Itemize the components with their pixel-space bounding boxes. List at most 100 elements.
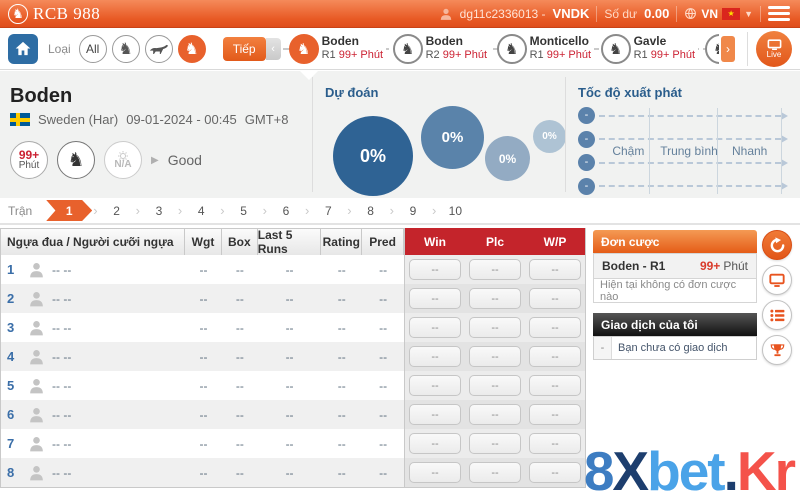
win-odds-button[interactable]: -- xyxy=(409,404,461,425)
wp-odds-button[interactable]: -- xyxy=(529,433,581,454)
rating-cell: -- xyxy=(337,320,346,335)
race-card[interactable]: ♞ Boden R1 99+ Phút xyxy=(288,33,393,64)
win-odds-button[interactable]: -- xyxy=(409,288,461,309)
race-cards: ♞ Boden R1 99+ Phút ♞ Boden R2 99+ Phút ♞ Monti… xyxy=(288,28,719,70)
bet-slip-race-row: Boden - R1 99+ Phút xyxy=(593,253,757,279)
race-card-sub: R1 99+ Phút xyxy=(530,49,591,63)
race-card-countdown: 99+ Phút xyxy=(338,49,384,62)
plc-odds-button[interactable]: -- xyxy=(469,346,521,367)
win-odds-button[interactable]: -- xyxy=(409,375,461,396)
plc-odds-button[interactable]: -- xyxy=(469,462,521,483)
filter-all-button[interactable]: All xyxy=(78,34,107,63)
wp-odds-button[interactable]: -- xyxy=(529,346,581,367)
runner-name: -- -- xyxy=(52,349,72,364)
table-row: 8 -- -- -- -- -- -- -- -- -- -- xyxy=(1,458,585,487)
countdown-badge: 99+ Phút xyxy=(10,141,48,179)
race-tabs: 1 › 2 › 3 › 4 › 5 › 6 › 7 › 8 › 9 › 10 xyxy=(46,200,473,221)
wp-odds-button[interactable]: -- xyxy=(529,259,581,280)
tab-race-10[interactable]: 10 xyxy=(437,200,473,221)
runner-number: 3 xyxy=(7,320,15,335)
plc-odds-button[interactable]: -- xyxy=(469,259,521,280)
tab-race-8[interactable]: 8 xyxy=(353,200,389,221)
next-button[interactable]: Tiếp xyxy=(222,36,266,61)
avatar xyxy=(27,289,46,308)
username[interactable]: dg11c2336013 - xyxy=(460,7,546,21)
speed-zone-label: Nhanh xyxy=(731,144,768,158)
wp-odds-button[interactable]: -- xyxy=(529,375,581,396)
brand-logo[interactable]: ♞ RCB 988 xyxy=(8,3,100,24)
runner-name: -- -- xyxy=(52,407,72,422)
horse-emblem-icon: ♞ xyxy=(8,3,28,24)
bet-zone: -- -- -- xyxy=(404,284,585,313)
runner-name: -- -- xyxy=(52,320,72,335)
plc-odds-button[interactable]: -- xyxy=(469,288,521,309)
language-selector[interactable]: VN ★ ▼ xyxy=(684,7,753,21)
runner-name: -- -- xyxy=(52,378,72,393)
list-icon-button[interactable] xyxy=(762,300,792,330)
tab-race-9[interactable]: 9 xyxy=(395,200,431,221)
trophy-icon xyxy=(770,343,785,358)
divider xyxy=(747,31,748,66)
last5-cell: -- xyxy=(285,436,294,451)
wp-odds-button[interactable]: -- xyxy=(529,288,581,309)
tab-race-3[interactable]: 3 xyxy=(141,200,177,221)
dashed-arrow-line xyxy=(599,114,781,117)
tab-race-2[interactable]: 2 xyxy=(99,200,135,221)
going-label: Good xyxy=(167,152,202,168)
race-card[interactable]: ♞ Gavle R1 99+ Phút xyxy=(600,33,705,64)
wp-odds-button[interactable]: -- xyxy=(529,462,581,483)
runner-table-body: 1 -- -- -- -- -- -- -- -- -- -- 2 -- -- -- -- -- -- -- --… xyxy=(1,255,585,487)
table-row: 2 -- -- -- -- -- -- -- -- -- -- xyxy=(1,284,585,313)
bet-cell: -- xyxy=(525,429,585,458)
plc-odds-button[interactable]: -- xyxy=(469,317,521,338)
win-odds-button[interactable]: -- xyxy=(409,346,461,367)
runner-name: -- -- xyxy=(52,291,72,306)
harness-racing-icon[interactable]: ♞ xyxy=(177,34,206,63)
race-card[interactable]: ♞ Boden R2 99+ Phút xyxy=(392,33,497,64)
race-card[interactable]: ♞ Monticello R1 99+ Phút xyxy=(496,33,601,64)
win-odds-button[interactable]: -- xyxy=(409,317,461,338)
page: ♞ RCB 988 dg11c2336013 - VNDK Số dư 0.00… xyxy=(0,0,800,495)
live-button[interactable]: Live xyxy=(756,30,792,67)
win-odds-button[interactable]: -- xyxy=(409,259,461,280)
menu-icon[interactable] xyxy=(768,6,790,21)
greyhound-icon[interactable] xyxy=(144,34,173,63)
globe-icon xyxy=(685,8,697,19)
refresh-icon-button[interactable] xyxy=(762,230,792,260)
runner-cell: 3 -- -- xyxy=(1,313,185,342)
prev-races-chevron[interactable]: ‹ xyxy=(265,37,281,60)
horse-racing-icon[interactable]: ♞ xyxy=(111,34,140,63)
arrow-right-icon: ▶ xyxy=(151,154,159,166)
runner-dot: - xyxy=(578,177,595,195)
home-button[interactable] xyxy=(8,33,38,64)
plc-odds-button[interactable]: -- xyxy=(469,433,521,454)
runner-number: 2 xyxy=(7,291,15,306)
runner-number: 5 xyxy=(7,378,15,393)
win-odds-button[interactable]: -- xyxy=(409,462,461,483)
wp-odds-button[interactable]: -- xyxy=(529,317,581,338)
weight-cell: -- xyxy=(199,320,208,335)
race-card-meta: Boden R1 99+ Phút xyxy=(318,34,387,63)
next-races-chevron[interactable]: › xyxy=(721,35,735,62)
tab-race-4[interactable]: 4 xyxy=(183,200,219,221)
tab-race-5[interactable]: 5 xyxy=(226,200,262,221)
tab-race-1[interactable]: 1 xyxy=(46,200,93,221)
tv-icon-button[interactable] xyxy=(762,265,792,295)
bet-slip-countdown-unit: Phút xyxy=(723,259,748,273)
tab-race-7[interactable]: 7 xyxy=(310,200,346,221)
weight-cell: -- xyxy=(199,349,208,364)
trophy-icon-button[interactable] xyxy=(762,335,792,365)
plc-odds-button[interactable]: -- xyxy=(469,375,521,396)
box-cell: -- xyxy=(235,436,244,451)
page-title: Boden xyxy=(10,85,73,107)
tab-race-6[interactable]: 6 xyxy=(268,200,304,221)
plc-odds-button[interactable]: -- xyxy=(469,404,521,425)
pred-cell: -- xyxy=(379,349,388,364)
box-cell: -- xyxy=(235,320,244,335)
runner-cell: 7 -- -- xyxy=(1,429,185,458)
runner-number: 8 xyxy=(7,465,15,480)
win-odds-button[interactable]: -- xyxy=(409,433,461,454)
wp-odds-button[interactable]: -- xyxy=(529,404,581,425)
avatar xyxy=(27,405,46,424)
race-card[interactable]: ♞MonticelloR2 99+ Phút xyxy=(704,33,719,64)
